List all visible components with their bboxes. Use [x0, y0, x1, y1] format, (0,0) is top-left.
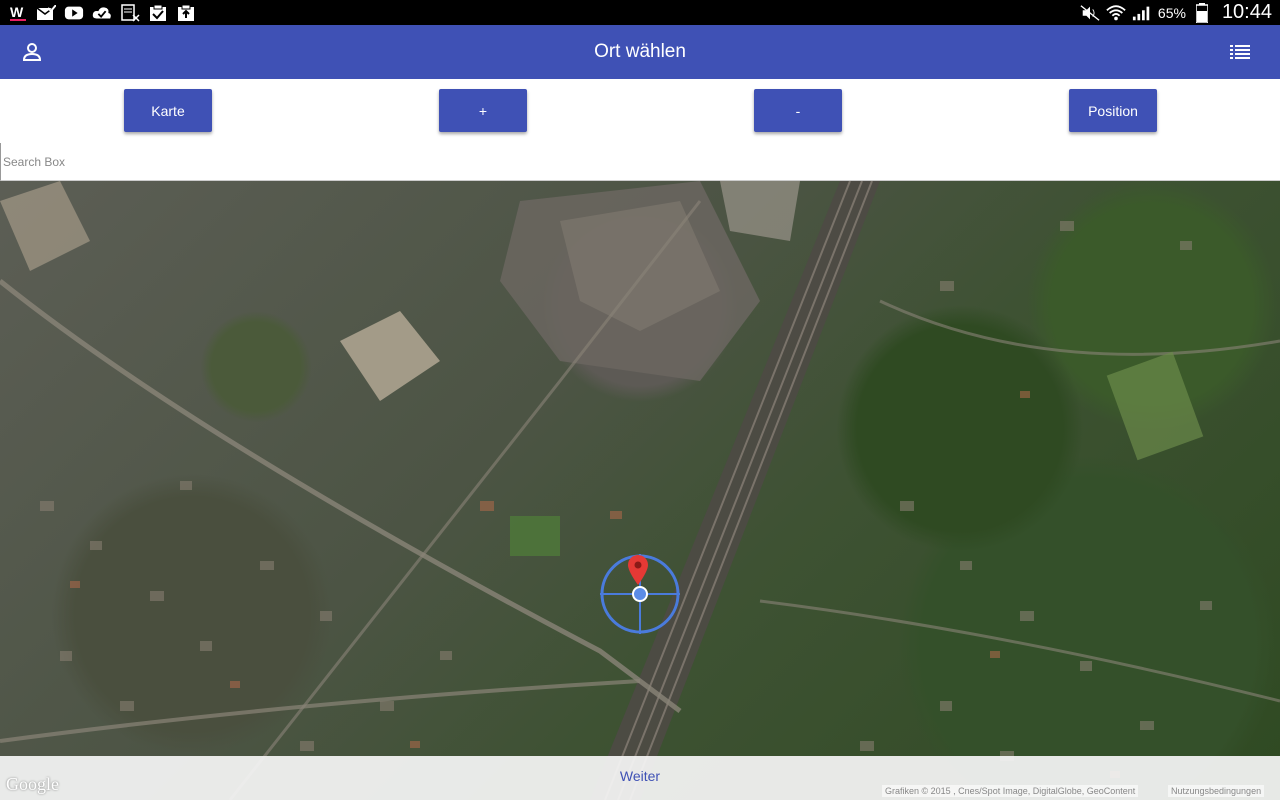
position-button[interactable]: Position	[1069, 89, 1157, 132]
mail-check-icon	[36, 4, 56, 22]
list-icon[interactable]	[1228, 42, 1252, 62]
weiter-button[interactable]: Weiter	[600, 768, 680, 784]
clock: 10:44	[1221, 1, 1272, 23]
map-imagery	[0, 181, 1280, 800]
person-icon[interactable]	[20, 40, 44, 64]
karte-button[interactable]: Karte	[124, 89, 212, 132]
zoom-in-button[interactable]: +	[439, 89, 527, 132]
battery-percentage: 65%	[1157, 4, 1186, 21]
terms-link[interactable]: Nutzungsbedingungen	[1168, 785, 1265, 797]
svg-text:W: W	[10, 4, 24, 20]
mute-icon	[1080, 4, 1100, 22]
search-input[interactable]	[1, 143, 1280, 180]
notification-icons: W	[8, 4, 196, 22]
google-logo: Google	[6, 774, 59, 794]
battery-icon	[1192, 2, 1212, 23]
ledger-icon	[120, 3, 140, 22]
cloud-check-icon	[92, 4, 112, 22]
bottom-bar: Google Weiter Grafiken © 2015 , Cnes/Spo…	[0, 756, 1280, 800]
wifi-icon	[1106, 4, 1126, 22]
w-app-icon: W	[8, 4, 28, 22]
map-attribution: Grafiken © 2015 , Cnes/Spot Image, Digit…	[882, 785, 1139, 797]
youtube-icon	[64, 4, 84, 22]
status-bar: W 65% 10:44	[0, 0, 1280, 25]
map-toolbar: Karte + - Position	[0, 79, 1280, 143]
page-title: Ort wählen	[594, 41, 686, 62]
clipboard-check-icon	[148, 4, 168, 22]
satellite-map[interactable]	[0, 181, 1280, 800]
app-bar: Ort wählen	[0, 25, 1280, 79]
search-box	[0, 143, 1280, 181]
system-icons: 65% 10:44	[1080, 1, 1272, 24]
location-pin-icon[interactable]	[627, 554, 649, 586]
zoom-out-button[interactable]: -	[754, 89, 842, 132]
signal-icon	[1132, 4, 1152, 22]
clipboard-upload-icon	[176, 4, 196, 22]
